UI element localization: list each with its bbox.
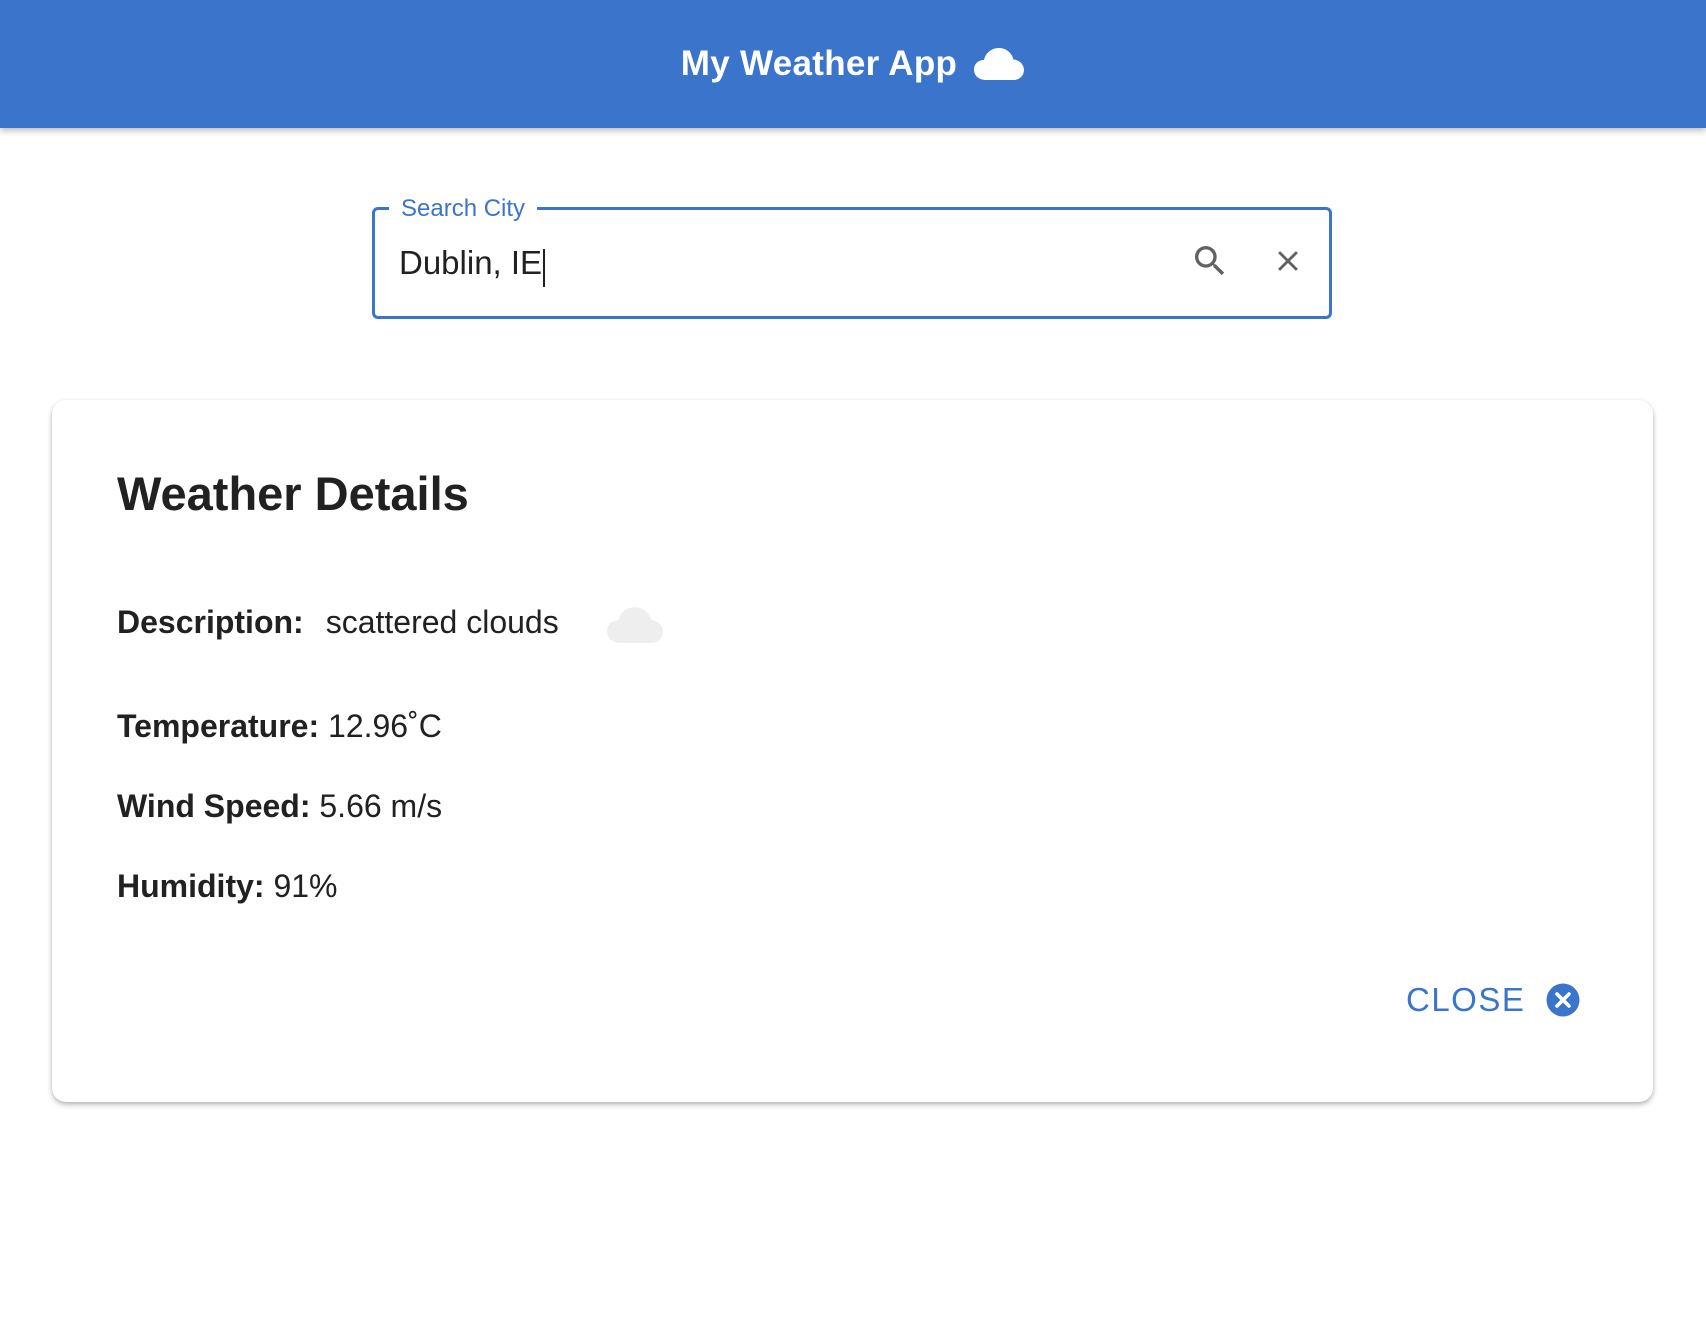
app-bar: My Weather App	[0, 0, 1706, 128]
temperature-label: Temperature:	[117, 708, 320, 744]
card-title: Weather Details	[117, 467, 469, 520]
humidity-label: Humidity:	[117, 868, 265, 904]
app-title: My Weather App	[680, 44, 958, 83]
search-icon	[1190, 241, 1230, 286]
cloud-icon	[973, 47, 1025, 81]
text-caret	[543, 249, 545, 287]
temperature-row: Temperature: 12.96˚C	[117, 708, 442, 745]
temperature-value: 12.96˚C	[328, 708, 442, 744]
search-label: Search City	[389, 194, 538, 224]
description-row: Description: scattered clouds	[117, 604, 665, 644]
search-field: Search City	[372, 194, 1332, 319]
close-circle-icon	[1545, 982, 1581, 1018]
description-label: Description:	[117, 604, 304, 640]
cloud-icon	[605, 606, 665, 644]
humidity-row: Humidity: 91%	[117, 868, 337, 905]
wind-speed-label: Wind Speed:	[117, 788, 311, 824]
clear-button[interactable]	[1261, 236, 1315, 290]
description-value: scattered clouds	[325, 604, 559, 640]
wind-speed-value: 5.66 m/s	[319, 788, 443, 824]
search-button[interactable]	[1183, 236, 1237, 290]
close-icon	[1271, 244, 1305, 283]
close-button-label: CLOSE	[1406, 981, 1526, 1018]
close-button[interactable]: CLOSE	[1406, 976, 1581, 1024]
search-input[interactable]	[399, 238, 1159, 288]
weather-details-card: Weather Details Description: scattered cl…	[52, 400, 1653, 1102]
wind-speed-row: Wind Speed: 5.66 m/s	[117, 788, 442, 825]
humidity-value: 91%	[273, 868, 338, 904]
